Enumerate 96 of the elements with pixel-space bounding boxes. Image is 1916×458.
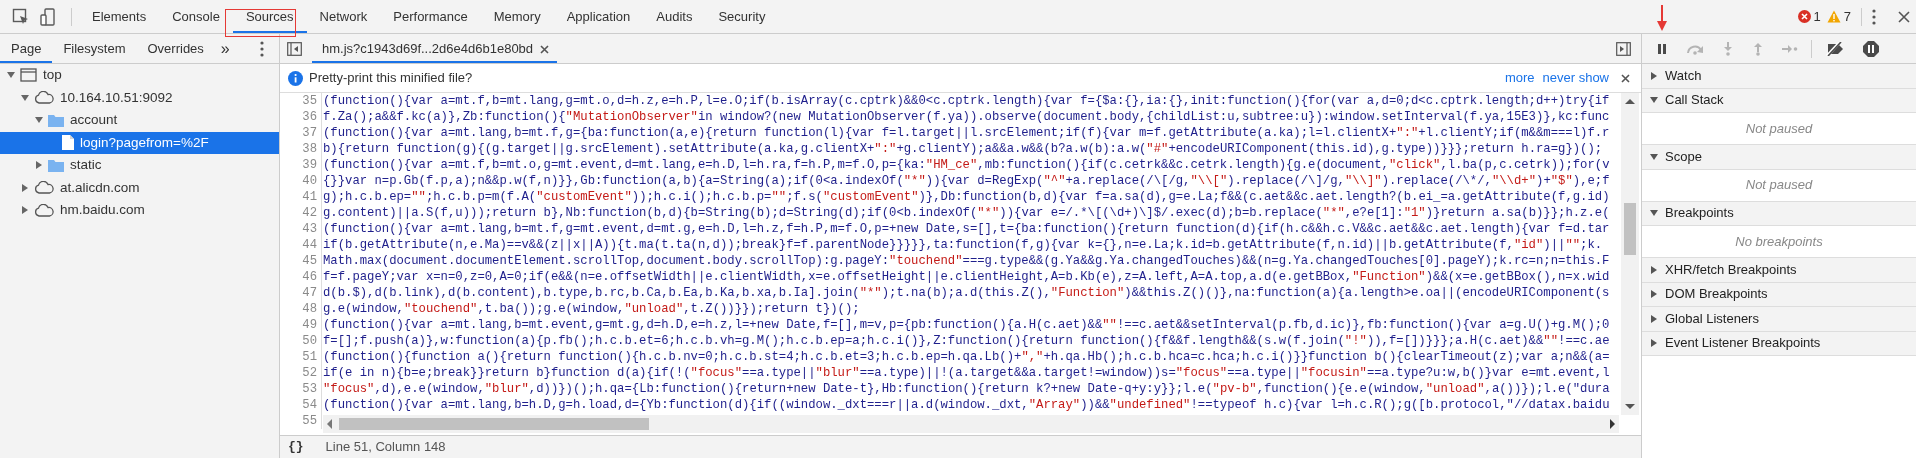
- frame-icon: [20, 68, 37, 83]
- warning-icon: [1826, 10, 1841, 23]
- toggle-navigator-icon[interactable]: [287, 41, 302, 56]
- toggle-sidebar-icon[interactable]: [1616, 41, 1631, 56]
- section-header[interactable]: Event Listener Breakpoints: [1642, 331, 1916, 356]
- deactivate-breakpoints-icon[interactable]: [1825, 41, 1845, 56]
- code-line: g);h.c.b.ep="";h.c.b.p=m(f.A("customEvent"));h.c.i();h.c.b.p="";f.s("customEvent")},Db:function(b,d){var f=a.sa(d),g=e.La;f&&(c.aet&&c.aet.length?(b.ei_=a.getAttribute(f,g.id): [322, 189, 1610, 205]
- tree-item[interactable]: at.alicdn.com: [0, 176, 279, 199]
- annotation-arrow: [1657, 5, 1667, 31]
- folder-icon: [48, 113, 64, 127]
- warning-count: 7: [1843, 8, 1851, 25]
- tree-item[interactable]: account: [0, 109, 279, 132]
- code-line: (function(){var a=mt.f,b=mt.lang,g=mt.o,d=h.z,e=h.P,l=e.O;if(b.isArray(c.cptrk)&&0<c.cptrk.length){var f={$a:{},ia:{},init:function(){for(var a,d=0;d<c.cptrk.length;d++)try{if: [322, 93, 1610, 109]
- cloud-icon: [34, 181, 54, 195]
- code-line: if(e in n){b=e;break}}return b}function d(a){if(!("focus"==a.type||"blur"==a.type)||!(a.target&&a.target!=window))s="focus"==a.type||"focusin"==a.type?u:w,b()}var e=mt.event,l: [322, 365, 1610, 381]
- annotation-box: [225, 9, 296, 37]
- close-icon[interactable]: [1898, 10, 1910, 23]
- panel-tab[interactable]: Performance: [380, 0, 481, 33]
- panel-tab[interactable]: Security: [705, 0, 779, 33]
- section-header[interactable]: Global Listeners: [1642, 307, 1916, 332]
- horizontal-scrollbar[interactable]: [323, 415, 1619, 433]
- file-tab[interactable]: hm.js?c1943d69f...2d6e4d6b1e80bd: [312, 34, 558, 63]
- section-header[interactable]: Call Stack: [1642, 88, 1916, 113]
- more-icon[interactable]: [259, 40, 264, 57]
- close-icon[interactable]: [540, 45, 550, 54]
- panel-tab[interactable]: Elements: [79, 0, 160, 33]
- empty-message: Not paused: [1642, 169, 1916, 202]
- tree-item[interactable]: 10.164.10.51:9092: [0, 86, 279, 109]
- panel-tab[interactable]: Network: [306, 0, 381, 33]
- code-line: (function(){var a=mt.lang,b=mt.event,g=mt.g,d=h.D,e=h.z,l=+new Date,f=[],m=v,p={pb:function(){a.H(c.aet)&&""!==c.aet&&setInterval(p.fb,d.ic)},fb:function(){var a=g.U()+g.M();0: [322, 317, 1610, 333]
- code-line: if(b.getAttribute(n,e.Ma)==v&&(z||x||A)){t.ma(t.ta(n,d));break}f=f.parentNode}}}}},ta:function(f,g){var k={},n=e.La;k.id=b.getAttribute(f,n.id)||b.getAttribute(f,"id")||"";k.: [322, 237, 1603, 253]
- code-line: "focus",d),e.e(window,"blur",d))})();h.qa={Lb:function(){return+new Date-t},Hb:function(){return k?+new Date-q+y:y}};l.e("pv-b",function(){e.e(window,"unload",a())});l.e("dura: [322, 381, 1610, 397]
- vertical-scrollbar[interactable]: [1621, 93, 1639, 415]
- navigator-tab[interactable]: Page: [0, 34, 53, 63]
- tree-item[interactable]: hm.baidu.com: [0, 199, 279, 222]
- cloud-icon: [34, 91, 54, 105]
- collapsed-caret-icon[interactable]: [1649, 289, 1659, 300]
- code-line: (function(){function a(){return function(){h.c.b.nv=0;h.c.b.st=4;h.c.b.et=3;h.c.b.ep=h.qa.Lb()+","+h.qa.Hb();h.c.b.hca=c.hca;h.c.i()}}function b(){clearTimeout(z);var a;n&&(a=: [322, 349, 1610, 365]
- collapsed-caret-icon[interactable]: [34, 160, 44, 171]
- code-line: f=[];f.push(a)},w:function(a){p.fb();h.c.b.et=6;h.c.b.vh=g.M();h.c.b.ep=a;h.c.i()},Z:function(){return function(){f&&f.length&&(s.w(f.join("!")),f=[])}}};a.H(c.aet)&&""!==c.ae: [322, 333, 1610, 349]
- scrollbar-thumb[interactable]: [1624, 203, 1636, 255]
- code-line: g.e(window,"touchend",t.ba());g.e(window,"unload",t.Z())}});return t})();: [322, 301, 860, 317]
- section-header[interactable]: Scope: [1642, 145, 1916, 170]
- expanded-caret-icon[interactable]: [1649, 151, 1659, 162]
- panel-tab[interactable]: Console: [159, 0, 233, 33]
- format-button[interactable]: {}: [288, 439, 304, 455]
- tree-item[interactable]: login?pagefrom=%2F: [0, 131, 279, 154]
- pause-on-exceptions-icon[interactable]: [1863, 40, 1879, 57]
- navigator-tab[interactable]: Overrides: [136, 34, 215, 63]
- panel-tab[interactable]: Sources: [232, 0, 307, 33]
- infobar-link[interactable]: never show: [1538, 70, 1613, 86]
- code-line: g.content)||a.S(f,u)));return b},Nb:function(b,d){b=String(b);d=String(d);if(0<b.indexOf("*")){var e=/.*\[(\d+)\]$/.exec(d);b=b.replace("*",e?e[1]:"1")}return a.sa(b)}};h.z.e(: [322, 205, 1610, 221]
- code-line: (function(){var a=mt.lang,b=h.D,g=h.load,d={Yb:function(d){if((window._dxt===r||a.d(window._dxt,"Array"))&&"undefined"!==typeof h.c){var l=h.c.R();g([b.protocol,"//datax.baidu: [322, 397, 1610, 413]
- scrollbar-thumb[interactable]: [339, 418, 649, 430]
- section-header[interactable]: XHR/fetch Breakpoints: [1642, 258, 1916, 283]
- section-header[interactable]: Breakpoints: [1642, 201, 1916, 226]
- cloud-icon: [34, 203, 54, 217]
- tree-item[interactable]: static: [0, 154, 279, 177]
- code-line: (function(){var a=mt.lang,b=mt.f,g=mt.event,d=mt.g,e=h.D,l=h.z,f=h.P,m=f.O,p=+new Date,s=[],t={ba:function(){return function(d){if(h.c&&h.c.V&&c.aet&&c.aet.length){var f=d.tar: [322, 221, 1610, 237]
- panel-tab[interactable]: Application: [553, 0, 644, 33]
- pause-icon[interactable]: [1656, 42, 1668, 55]
- error-icon: [1797, 10, 1811, 23]
- scroll-arrow-icon[interactable]: [1625, 99, 1635, 104]
- section-header[interactable]: Watch: [1642, 64, 1916, 89]
- code-line: f.Za();a&&f.kc(a)},Zb:function(){"MutationObserver"in window?(new MutationObserver(f.ya)).observe(document.body,{childList:u,subtree:u}):window.setInterval(f.ya,15E3)},kc:func: [322, 109, 1610, 125]
- close-icon[interactable]: [1621, 73, 1630, 83]
- tree-item[interactable]: top: [0, 64, 279, 87]
- code-line: d(b.$),d(b.link),d(b.content),b.type,b.rc,b.Ca,b.Ea,b.Ka,b.xa,b.Ia].join("*");t.na(b);a.d(this.Z(),"Function")&&this.Z()()},na:function(a){a.length>e.oa||(encodeURIComponent(s: [322, 285, 1610, 301]
- folder-icon: [48, 158, 64, 172]
- navigator-tab[interactable]: Filesystem: [52, 34, 137, 63]
- code-line: b){return function(g){(g.target||g.srcElement).setAttribute(a.ka,g.clientX+":"+g.clientY);a&&a.w&&(b?a.w(b):a.w("#"+encodeURIComponent(this.id),g.type))}}};return h.ra=g})();: [322, 141, 1603, 157]
- collapsed-caret-icon[interactable]: [1649, 70, 1659, 81]
- cursor-position: Line 51, Column 148: [325, 439, 446, 455]
- collapsed-caret-icon[interactable]: [20, 182, 30, 193]
- more-tabs-button[interactable]: »: [214, 34, 236, 63]
- panel-tab[interactable]: Audits: [643, 0, 706, 33]
- infobar-message: Pretty-print this minified file?: [309, 70, 473, 86]
- expanded-caret-icon[interactable]: [20, 92, 30, 103]
- panel-tab[interactable]: Memory: [480, 0, 554, 33]
- code-line: f=f.pageY;var x=n=0,z=0,A=0;if(e&&(n=e.offsetWidth||e.clientWidth,x=e.offsetHeight||e.clientHeight,A=b.Kb(e),z=A.left,A=A.top,a.d(e.getBBox,"Function")&&(x=e.getBBox(),n=x.wid: [322, 269, 1610, 285]
- device-icon[interactable]: [40, 7, 58, 26]
- code-line: (function(){var a=mt.lang,b=mt.f,g={ba:function(a,e){return function(l){var f=l.target||l.srcElement;if(f){var m=f.getAttribute(a.ka);l=l.clientX+":"+l.clientY;if(m&&m===l)f.r: [322, 125, 1610, 141]
- collapsed-caret-icon[interactable]: [20, 205, 30, 216]
- code-line: {}}var n=p.Gb(f.p,a);n&&p.w(f,n)}},Gb:function(a,b){a=String(a);if(0<a.indexOf("*")){var d=RegExp("^"+a.replace(/\[/g,"\\[").replace(/\]/g,"\\]").replace(/\*/,"\\d+")+"$"),e;f: [322, 173, 1610, 189]
- collapsed-caret-icon[interactable]: [1649, 264, 1659, 275]
- info-icon: [288, 70, 303, 86]
- code-line: Math.max(document.documentElement.scrollTop,document.body.scrollTop):g.pageY:"touchend"===g.type&&(g.Ya&&g.Ya.changedTouches)&&(n=g.Ya.changedTouches[0].pageY);k.rc=n;n=this.F: [322, 253, 1610, 269]
- file-icon: [62, 135, 74, 151]
- collapsed-caret-icon[interactable]: [1649, 338, 1659, 349]
- error-count: 1: [1813, 8, 1821, 25]
- inspect-icon[interactable]: [12, 7, 30, 26]
- code-line: (function(){var a=mt.f,b=mt.o,g=mt.event,d=mt.lang,e=h.D,l=h.ra,f=h.P,m=f.O,p={ka:"HM_ce",mb:function(){if(c.cetrk&&c.cetrk.length){g.e(document,"click",l.ba(p,c.cetrk));for(v: [322, 157, 1610, 173]
- more-icon[interactable]: [1872, 8, 1876, 25]
- section-header[interactable]: DOM Breakpoints: [1642, 282, 1916, 307]
- collapsed-caret-icon[interactable]: [1649, 313, 1659, 324]
- infobar-link[interactable]: more: [1500, 70, 1539, 86]
